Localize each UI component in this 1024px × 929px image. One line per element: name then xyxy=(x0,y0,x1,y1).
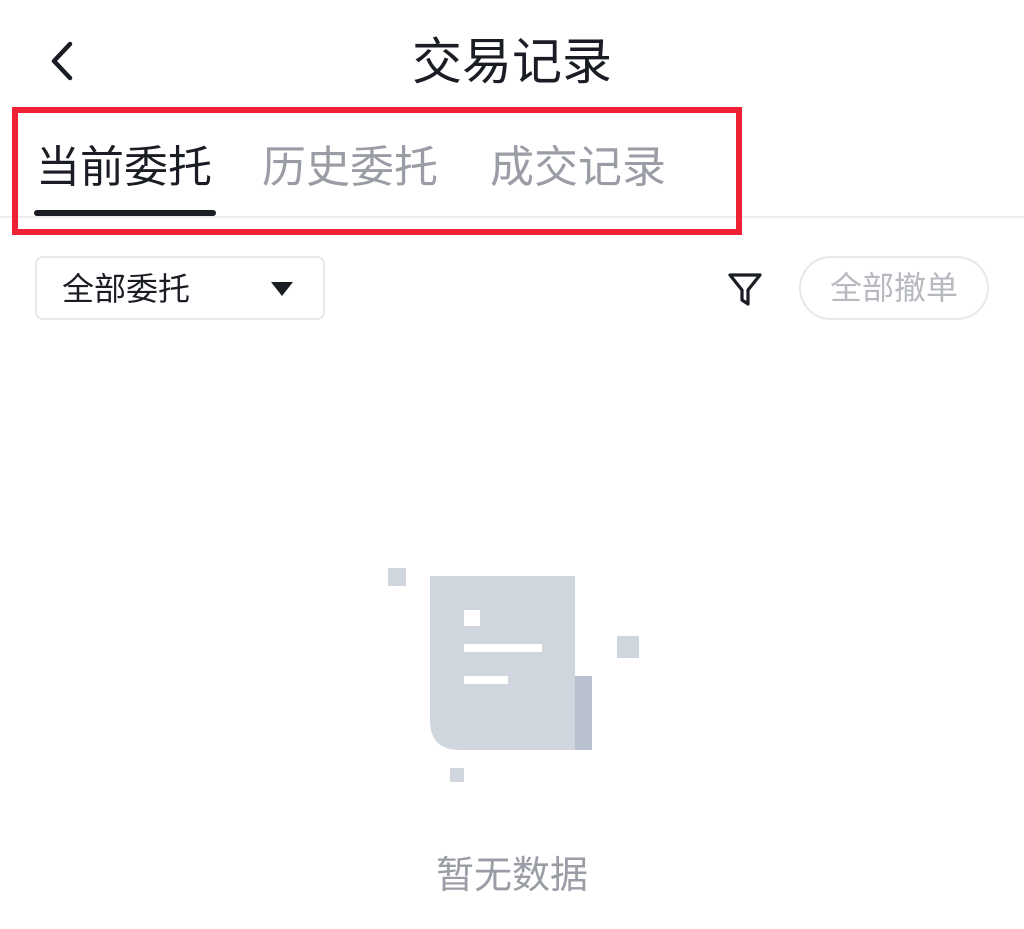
page-title: 交易记录 xyxy=(412,33,612,91)
filter-button[interactable] xyxy=(726,270,766,310)
order-type-select[interactable]: 全部委托 xyxy=(35,256,325,320)
tab-trade-history[interactable]: 成交记录 xyxy=(490,140,666,196)
header-bar: 交易记录 xyxy=(0,0,1024,110)
empty-illustration xyxy=(380,560,650,790)
order-tabs: 当前委托 历史委托 成交记录 xyxy=(0,110,1024,218)
order-type-select-value: 全部委托 xyxy=(62,270,191,308)
empty-state-text: 暂无数据 xyxy=(435,853,588,897)
tab-current-orders[interactable]: 当前委托 xyxy=(36,140,212,196)
cancel-all-button[interactable]: 全部撤单 xyxy=(799,256,989,320)
tab-order-history[interactable]: 历史委托 xyxy=(262,140,438,196)
caret-down-icon xyxy=(271,282,293,296)
filter-icon xyxy=(728,273,762,306)
tabs-divider xyxy=(0,216,1024,218)
empty-document-icon xyxy=(388,568,639,782)
